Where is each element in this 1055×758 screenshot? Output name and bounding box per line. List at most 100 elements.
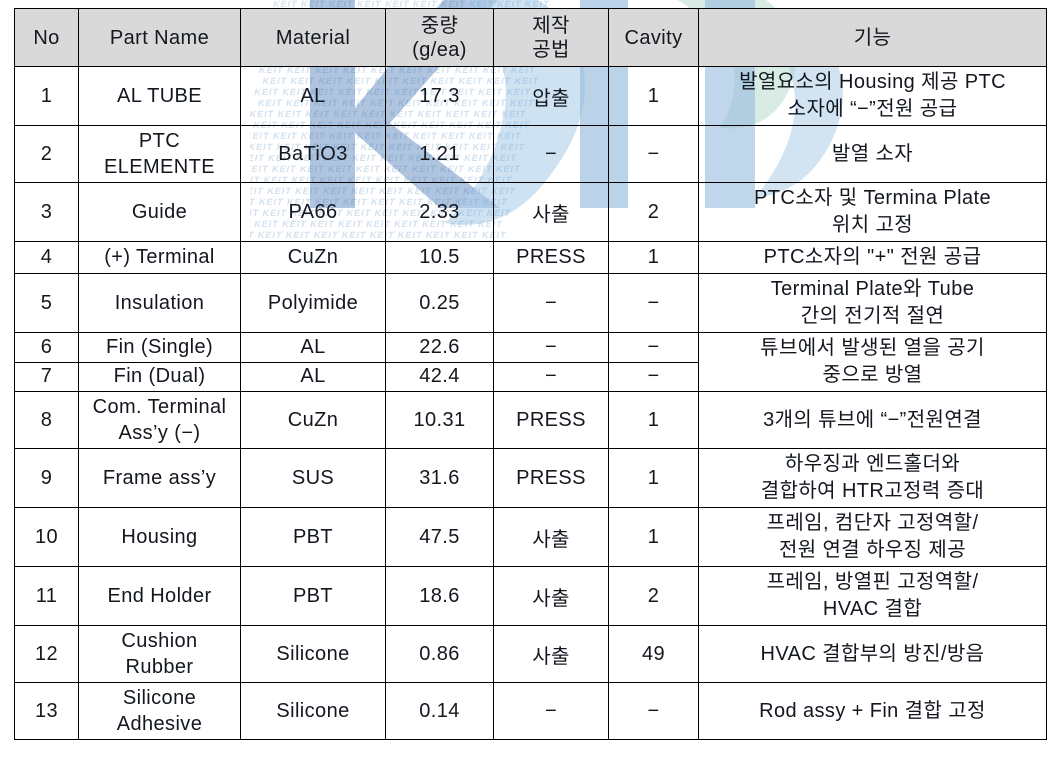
cell-material: Silicone — [240, 625, 386, 683]
cell-part-name-line2: Ass’y (−) — [118, 422, 201, 444]
cell-function-line2: 위치 고정 — [831, 214, 914, 236]
cell-cavity: 1 — [608, 391, 699, 449]
cell-weight: 17.3 — [385, 66, 494, 126]
cell-cavity: 49 — [608, 625, 699, 683]
cell-weight: 22.6 — [385, 332, 494, 363]
cell-process: PRESS — [493, 391, 609, 449]
cell-material: CuZn — [240, 241, 386, 274]
column-header-function: 기능 — [698, 8, 1047, 67]
cell-part-name-line2: Rubber — [125, 656, 194, 678]
cell-function: 하우징과 엔드홀더와 결합하여 HTR고정력 증대 — [698, 448, 1047, 508]
cell-no: 10 — [14, 507, 79, 567]
cell-function-line2: 간의 전기적 절연 — [800, 305, 945, 327]
cell-no: 13 — [14, 682, 79, 740]
table-row: 4 (+) Terminal CuZn 10.5 PRESS 1 PTC소자의 "+" 전원… — [14, 241, 1047, 274]
cell-part-name: Silicone Adhesive — [78, 682, 241, 740]
cell-cavity: − — [608, 125, 699, 183]
cell-process: 사출 — [493, 182, 609, 242]
cell-cavity: 2 — [608, 566, 699, 626]
table-header-row: No Part Name Material 중량 (g/ea) 제작 공법 Ca… — [14, 8, 1047, 67]
cell-weight: 42.4 — [385, 361, 494, 392]
cell-part-name: Fin (Single) — [78, 332, 241, 363]
cell-function: 발열 소자 — [698, 125, 1047, 183]
column-header-cavity: Cavity — [608, 8, 699, 67]
cell-function-line1: 프레임, 방열핀 고정역할/ — [766, 571, 979, 593]
cell-function: 3개의 튜브에 “−”전원연결 — [698, 391, 1047, 449]
cell-weight: 0.25 — [385, 273, 494, 333]
cell-material: Silicone — [240, 682, 386, 740]
cell-function-line2: HVAC 결합 — [822, 598, 923, 620]
cell-part-name: End Holder — [78, 566, 241, 626]
table-row: 5 Insulation Polyimide 0.25− − Terminal Plate… — [14, 273, 1047, 333]
cell-part-name: Frame ass’y — [78, 448, 241, 508]
cell-no: 6 — [14, 332, 79, 363]
cell-part-name-line2: ELEMENTE — [103, 156, 215, 178]
cell-function: 프레임, 컴단자 고정역할/전원 연결 하우징 제공 — [698, 507, 1047, 567]
cell-cavity: − — [608, 332, 699, 363]
cell-material: AL — [240, 361, 386, 392]
cell-weight: 1.21 — [385, 125, 494, 183]
cell-no: 8 — [14, 391, 79, 449]
cell-function: 발열요소의 Housing 제공 PTC 소자에 “−”전원 공급 — [698, 66, 1047, 126]
column-header-weight-line2: (g/ea) — [412, 38, 467, 61]
table-row: 1 AL TUBE AL 17.3 압출 1 발열요소의 Housing 제공 PTC 소자에… — [14, 66, 1047, 126]
cell-weight: 10.5 — [385, 241, 494, 274]
cell-function-line2: 전원 연결 하우징 제공 — [778, 539, 967, 561]
table-row: 9 Frame ass’y SUS 31.6 PRESS 1 하우징과 엔드홀더와 결합하여 … — [14, 448, 1047, 508]
table-row: 2 PTC ELEMENTE BaTiO3 1.21− − 발열 소자 — [14, 125, 1047, 183]
cell-weight: 0.86 — [385, 625, 494, 683]
cell-material: Polyimide — [240, 273, 386, 333]
cell-function-line2: 소자에 “−”전원 공급 — [787, 98, 958, 120]
cell-cavity: − — [608, 682, 699, 740]
column-header-part-name: Part Name — [78, 8, 241, 67]
cell-material: PA66 — [240, 182, 386, 242]
cell-weight: 0.14 — [385, 682, 494, 740]
cell-no: 1 — [14, 66, 79, 126]
cell-part-name: AL TUBE — [78, 66, 241, 126]
cell-no: 12 — [14, 625, 79, 683]
cell-process: 압출 — [493, 66, 609, 126]
cell-part-name: Fin (Dual) — [78, 361, 241, 392]
cell-function-line2: 중으로 방열 — [822, 364, 923, 386]
cell-part-name-line1: PTC — [138, 130, 181, 152]
cell-material: PBT — [240, 566, 386, 626]
cell-cavity: 1 — [608, 448, 699, 508]
cell-part-name: Housing — [78, 507, 241, 567]
table-row: 10 Housing PBT 47.5 사출 1 프레임, 컴단자 고정역할/전원 연결 하… — [14, 507, 1047, 567]
cell-material: PBT — [240, 507, 386, 567]
table-row: 12 Cushion Rubber Silicone 0.86 사출 49 HVAC 결합부의… — [14, 625, 1047, 683]
parts-specification-table-wrapper: No Part Name Material 중량 (g/ea) 제작 공법 Ca… — [14, 8, 1047, 740]
column-header-process-line2: 공법 — [532, 38, 570, 61]
cell-process: 사출 — [493, 566, 609, 626]
column-header-process-line1: 제작 — [532, 14, 570, 37]
cell-material: SUS — [240, 448, 386, 508]
column-header-process: 제작 공법 — [493, 8, 609, 67]
column-header-no: No — [14, 8, 79, 67]
cell-part-name-line1: Cushion — [121, 630, 198, 652]
cell-cavity: 2 — [608, 182, 699, 242]
cell-cavity: 1 — [608, 241, 699, 274]
cell-cavity: − — [608, 273, 699, 333]
cell-function-line1: Rod assy + Fin 결합 고정 — [759, 699, 986, 722]
cell-weight: 2.33 — [385, 182, 494, 242]
cell-function: HVAC 결합부의 방진/방음 — [698, 625, 1047, 683]
cell-process: − — [493, 361, 609, 392]
cell-part-name-line2: Adhesive — [116, 713, 203, 735]
cell-part-name: PTC ELEMENTE — [78, 125, 241, 183]
cell-weight: 47.5 — [385, 507, 494, 567]
cell-process: 사출 — [493, 625, 609, 683]
cell-function-line1: 튜브에서 발생된 열을 공기 — [760, 337, 985, 359]
cell-cavity: 1 — [608, 66, 699, 126]
cell-function-line1: HVAC 결합부의 방진/방음 — [760, 642, 985, 665]
table-row: 6 Fin (Single) AL 22.6− − 튜브에서 발생된 열을 공기 중으로 방… — [14, 332, 1047, 392]
cell-no: 2 — [14, 125, 79, 183]
cell-cavity: − — [608, 361, 699, 392]
cell-no: 3 — [14, 182, 79, 242]
parts-specification-table: No Part Name Material 중량 (g/ea) 제작 공법 Ca… — [14, 8, 1047, 740]
cell-material: AL — [240, 332, 386, 363]
cell-process: − — [493, 273, 609, 333]
cell-process: 사출 — [493, 507, 609, 567]
table-row: 13 Silicone Adhesive Silicone 0.14− − Rod assy… — [14, 682, 1047, 740]
cell-function-line2: 결합하여 HTR고정력 증대 — [760, 480, 985, 502]
column-header-weight-line1: 중량 — [420, 14, 459, 37]
